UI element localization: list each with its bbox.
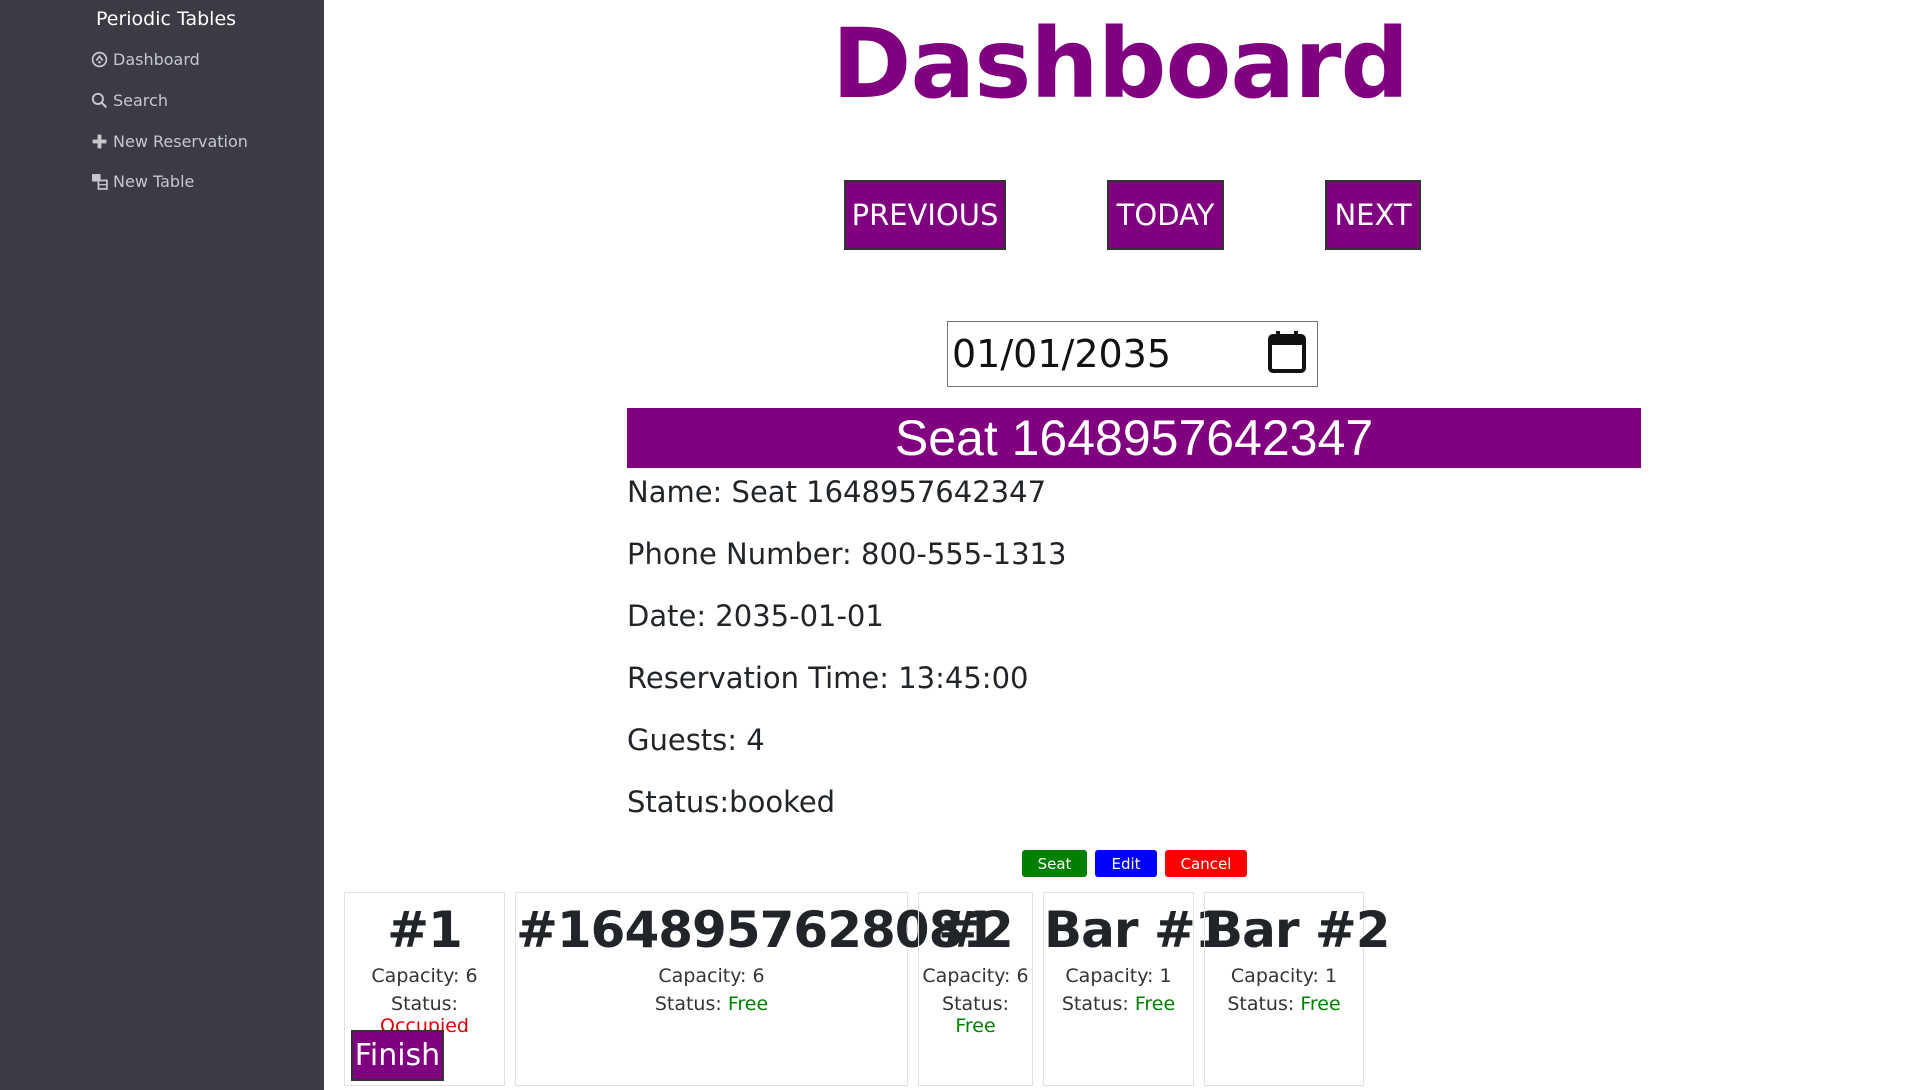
brand-title[interactable]: Periodic Tables	[96, 8, 236, 30]
table-capacity: Capacity: 1	[1205, 965, 1363, 987]
reservation-phone: Phone Number: 800-555-1313	[627, 537, 1066, 571]
calendar-icon[interactable]	[1267, 330, 1307, 378]
today-button[interactable]: TODAY	[1107, 180, 1224, 250]
table-card: #1648957628081 Capacity: 6 Status: Free	[515, 892, 908, 1086]
reservation-status: Status:booked	[627, 785, 835, 819]
reservation-title: Seat 1648957642347	[627, 408, 1641, 468]
previous-button[interactable]: PREVIOUS	[844, 180, 1006, 250]
table-icon	[91, 173, 108, 190]
table-status-label: Status:	[942, 993, 1009, 1015]
sidebar-item-label: Search	[113, 91, 168, 110]
sidebar: Periodic Tables Dashboard Search New Res…	[0, 0, 324, 1090]
sidebar-item-search[interactable]: Search	[91, 91, 168, 110]
sidebar-item-new-table[interactable]: New Table	[91, 172, 194, 191]
table-status-value: Free	[955, 1015, 995, 1037]
sidebar-item-new-reservation[interactable]: New Reservation	[91, 132, 248, 151]
table-status-line: Status: Free	[1044, 993, 1193, 1015]
table-name: #2	[919, 901, 1032, 959]
table-status-value: Free	[728, 993, 768, 1015]
dashboard-icon	[91, 51, 108, 68]
table-status-line: Status: Free	[919, 993, 1032, 1037]
reservation-name: Name: Seat 1648957642347	[627, 475, 1046, 509]
table-card: Bar #2 Capacity: 1 Status: Free	[1204, 892, 1364, 1086]
table-card: #2 Capacity: 6 Status: Free	[918, 892, 1033, 1086]
table-card: #1 Capacity: 6 Status: Occupied Finish	[344, 892, 505, 1086]
search-icon	[91, 92, 108, 109]
main-content: Dashboard PREVIOUS TODAY NEXT 01/01/2035…	[324, 0, 1920, 1080]
table-capacity: Capacity: 6	[345, 965, 504, 987]
page-title: Dashboard	[324, 8, 1916, 120]
reservation-time: Reservation Time: 13:45:00	[627, 661, 1028, 695]
table-capacity: Capacity: 1	[1044, 965, 1193, 987]
table-status-line: Status: Free	[516, 993, 907, 1015]
table-status-value: Free	[1300, 993, 1340, 1015]
table-name: Bar #1	[1044, 901, 1193, 959]
table-status-line: Status: Free	[1205, 993, 1363, 1015]
table-name: Bar #2	[1205, 901, 1363, 959]
plus-icon	[91, 133, 108, 150]
table-name: #1648957628081	[516, 901, 907, 959]
next-button[interactable]: NEXT	[1325, 180, 1421, 250]
table-status-label: Status:	[655, 993, 728, 1015]
sidebar-item-dashboard[interactable]: Dashboard	[91, 50, 200, 69]
table-status-value: Free	[1135, 993, 1175, 1015]
table-status-label: Status:	[1227, 993, 1300, 1015]
finish-button[interactable]: Finish	[351, 1030, 444, 1081]
table-status-label: Status:	[1062, 993, 1135, 1015]
edit-button[interactable]: Edit	[1095, 850, 1157, 877]
table-card: Bar #1 Capacity: 1 Status: Free	[1043, 892, 1194, 1086]
table-capacity: Capacity: 6	[516, 965, 907, 987]
sidebar-item-label: New Reservation	[113, 132, 248, 151]
date-input[interactable]: 01/01/2035	[947, 321, 1318, 387]
table-capacity: Capacity: 6	[919, 965, 1032, 987]
sidebar-item-label: Dashboard	[113, 50, 200, 69]
reservation-guests: Guests: 4	[627, 723, 765, 757]
reservation-date: Date: 2035-01-01	[627, 599, 884, 633]
table-name: #1	[345, 901, 504, 959]
cancel-button[interactable]: Cancel	[1165, 850, 1247, 877]
table-status-label: Status:	[391, 993, 458, 1015]
date-input-value: 01/01/2035	[952, 332, 1171, 376]
sidebar-item-label: New Table	[113, 172, 194, 191]
seat-button[interactable]: Seat	[1022, 850, 1087, 877]
